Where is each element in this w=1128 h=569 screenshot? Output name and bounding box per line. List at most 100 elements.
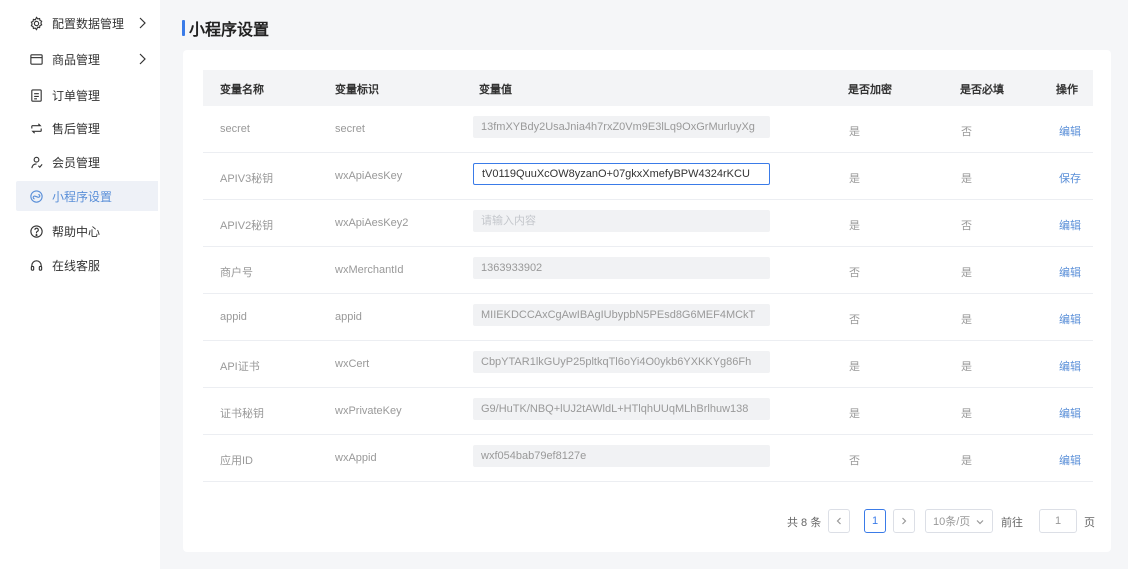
page-size-select[interactable]: 10条/页 bbox=[925, 509, 993, 533]
sidebar-item-label: 小程序设置 bbox=[52, 189, 113, 204]
table-row: 证书秘钥 wxPrivateKey G9/HuTK/NBQ+lUJ2tAWldL… bbox=[203, 388, 1093, 435]
sidebar-item-help-center[interactable]: 帮助中心 bbox=[16, 216, 158, 246]
table-row: 商户号 wxMerchantId 1363933902 否 是 编辑 bbox=[203, 247, 1093, 294]
cell-required: 否 bbox=[961, 126, 972, 138]
sidebar-item-label: 在线客服 bbox=[52, 258, 101, 273]
title-accent-bar bbox=[182, 20, 185, 36]
table-row: 应用ID wxAppid wxf054bab79ef8127e 否 是 编辑 bbox=[203, 435, 1093, 482]
cell-required: 是 bbox=[961, 314, 972, 326]
table-row: APIV2秘钥 wxApiAesKey2 请输入内容 是 否 编辑 bbox=[203, 200, 1093, 247]
sidebar-item-label: 商品管理 bbox=[52, 52, 101, 67]
miniapp-icon bbox=[28, 188, 44, 204]
page-title-text: 小程序设置 bbox=[189, 22, 270, 39]
chevron-left-icon bbox=[836, 517, 841, 525]
column-header-key: 变量标识 bbox=[335, 84, 379, 96]
cell-required: 是 bbox=[961, 408, 972, 420]
cell-key: secret bbox=[335, 123, 365, 135]
cell-encrypted: 否 bbox=[849, 455, 860, 467]
next-page-button[interactable] bbox=[893, 509, 915, 533]
aftersale-icon bbox=[28, 120, 44, 136]
edit-button[interactable]: 编辑 bbox=[1059, 405, 1081, 421]
cell-name: 证书秘钥 bbox=[220, 408, 264, 420]
cell-key: wxApiAesKey bbox=[335, 170, 403, 182]
help-icon bbox=[28, 223, 44, 239]
sidebar-item-members[interactable]: 会员管理 bbox=[16, 147, 158, 177]
cell-required: 是 bbox=[961, 173, 972, 185]
table-row: API证书 wxCert CbpYTAR1lkGUyP25pltkqTl6oYi… bbox=[203, 341, 1093, 388]
sidebar-item-online-service[interactable]: 在线客服 bbox=[16, 250, 158, 280]
cell-key: wxMerchantId bbox=[335, 264, 404, 276]
prev-page-button[interactable] bbox=[828, 509, 850, 533]
table-header: 变量名称 变量标识 变量值 是否加密 是否必填 操作 bbox=[203, 70, 1093, 106]
goto-page-input[interactable]: 1 bbox=[1039, 509, 1077, 533]
sidebar-item-goods[interactable]: 商品管理 bbox=[16, 44, 158, 74]
pagination-total: 共 8 条 bbox=[787, 517, 822, 529]
cell-encrypted: 是 bbox=[849, 408, 860, 420]
cell-encrypted: 是 bbox=[849, 220, 860, 232]
chevron-right-icon bbox=[139, 17, 146, 29]
cell-encrypted: 否 bbox=[849, 314, 860, 326]
page-size-value: 10条/页 bbox=[933, 516, 971, 528]
cell-required: 是 bbox=[961, 267, 972, 279]
chevron-right-icon bbox=[902, 517, 907, 525]
column-header-value: 变量值 bbox=[479, 84, 512, 96]
sidebar-item-label: 帮助中心 bbox=[52, 224, 101, 239]
cell-encrypted: 是 bbox=[849, 173, 860, 185]
member-icon bbox=[28, 154, 44, 170]
sidebar-item-config-data[interactable]: 配置数据管理 bbox=[16, 8, 158, 38]
value-field: 1363933902 bbox=[473, 257, 770, 279]
table-row: APIV3秘钥 wxApiAesKey tV0119QuuXcOW8yzanO+… bbox=[203, 153, 1093, 200]
table-row: appid appid MIIEKDCCAxCgAwIBAgIUbypbN5PE… bbox=[203, 294, 1093, 341]
sidebar-item-label: 售后管理 bbox=[52, 121, 101, 136]
cell-required: 是 bbox=[961, 455, 972, 467]
cell-key: wxCert bbox=[335, 358, 370, 370]
cell-name: API证书 bbox=[220, 361, 260, 373]
cell-key: wxAppid bbox=[335, 452, 377, 464]
sidebar-item-orders[interactable]: 订单管理 bbox=[16, 80, 158, 110]
cell-encrypted: 否 bbox=[849, 267, 860, 279]
sidebar-item-aftersale[interactable]: 售后管理 bbox=[16, 113, 158, 143]
edit-button[interactable]: 编辑 bbox=[1059, 358, 1081, 374]
table-row: secret secret 13fmXYBdy2UsaJnia4h7rxZ0Vm… bbox=[203, 106, 1093, 153]
cell-key: appid bbox=[335, 311, 362, 323]
cell-name: APIV3秘钥 bbox=[220, 173, 274, 185]
chevron-down-icon bbox=[976, 520, 984, 525]
sidebar: 配置数据管理 商品管理 订单管理 售后管理 会员管理 小程序设置 帮助中心 在线… bbox=[0, 0, 160, 569]
headset-icon bbox=[28, 257, 44, 273]
edit-button[interactable]: 编辑 bbox=[1059, 217, 1081, 233]
cell-key: wxApiAesKey2 bbox=[335, 217, 409, 229]
column-header-encrypted: 是否加密 bbox=[848, 84, 892, 96]
value-field: 13fmXYBdy2UsaJnia4h7rxZ0Vm9E3lLq9OxGrMur… bbox=[473, 116, 770, 138]
edit-button[interactable]: 编辑 bbox=[1059, 452, 1081, 468]
gear-icon bbox=[28, 15, 44, 31]
column-header-required: 是否必填 bbox=[960, 84, 1004, 96]
sidebar-item-label: 配置数据管理 bbox=[52, 16, 125, 31]
cell-name: APIV2秘钥 bbox=[220, 220, 274, 232]
value-field: G9/HuTK/NBQ+lUJ2tAWldL+HTlqhUUqMLhBrlhuw… bbox=[473, 398, 770, 420]
cell-required: 是 bbox=[961, 361, 972, 373]
settings-card: 变量名称 变量标识 变量值 是否加密 是否必填 操作 secret secret… bbox=[183, 50, 1111, 552]
cell-key: wxPrivateKey bbox=[335, 405, 402, 417]
cell-required: 否 bbox=[961, 220, 972, 232]
value-field: wxf054bab79ef8127e bbox=[473, 445, 770, 467]
sidebar-item-label: 会员管理 bbox=[52, 155, 101, 170]
value-input[interactable]: tV0119QuuXcOW8yzanO+07gkxXmefyBPW4324rKC… bbox=[473, 163, 770, 185]
column-header-action: 操作 bbox=[1056, 84, 1078, 96]
cell-name: appid bbox=[220, 311, 247, 323]
page-title: 小程序设置 bbox=[182, 16, 269, 40]
edit-button[interactable]: 编辑 bbox=[1059, 123, 1081, 139]
edit-button[interactable]: 编辑 bbox=[1059, 264, 1081, 280]
page-number-button[interactable]: 1 bbox=[864, 509, 886, 533]
value-field: CbpYTAR1lkGUyP25pltkqTl6oYi4O0ykb6YXKKYg… bbox=[473, 351, 770, 373]
save-button[interactable]: 保存 bbox=[1059, 170, 1081, 186]
cell-name: secret bbox=[220, 123, 250, 135]
page-unit-label: 页 bbox=[1084, 517, 1095, 529]
goto-label: 前往 bbox=[1001, 517, 1023, 529]
sidebar-item-miniapp-settings[interactable]: 小程序设置 bbox=[16, 181, 158, 211]
cell-name: 商户号 bbox=[220, 267, 253, 279]
pagination: 共 8 条 1 10条/页 前往 1 页 bbox=[183, 509, 1111, 533]
cell-encrypted: 是 bbox=[849, 126, 860, 138]
edit-button[interactable]: 编辑 bbox=[1059, 311, 1081, 327]
order-icon bbox=[28, 87, 44, 103]
cell-encrypted: 是 bbox=[849, 361, 860, 373]
